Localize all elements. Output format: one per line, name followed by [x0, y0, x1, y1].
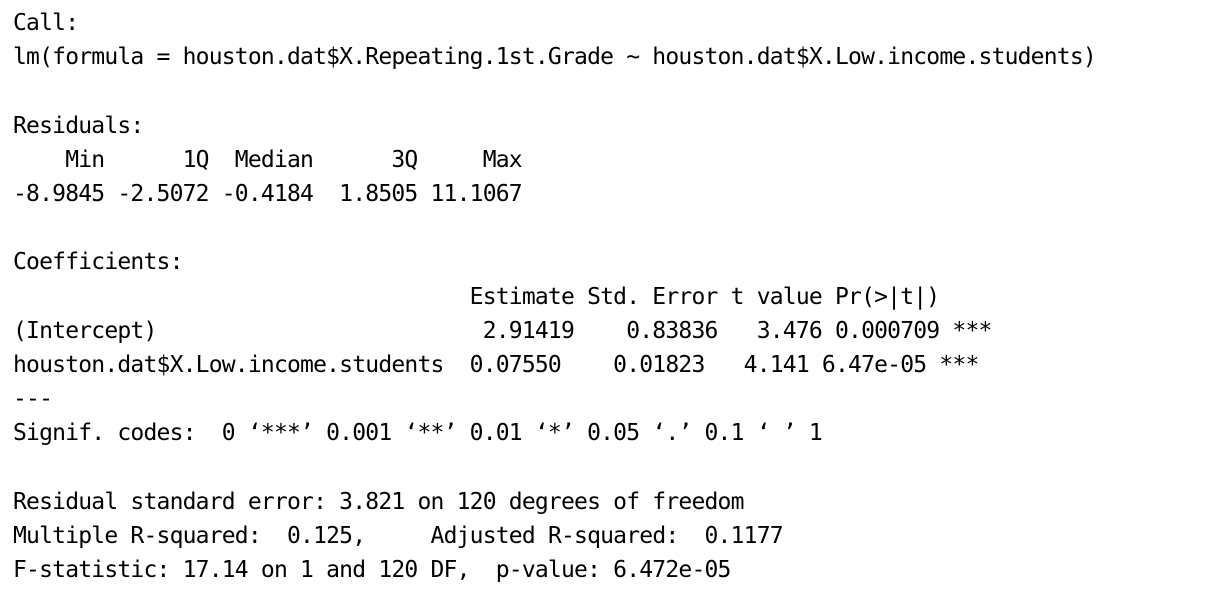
coefficient-row-low-income: houston.dat$X.Low.income.students 0.0755… [13, 351, 979, 378]
r-squared-line: Multiple R-squared: 0.125, Adjusted R-sq… [13, 522, 796, 549]
coefficients-column-headers: Estimate Std. Error t value Pr(>|t|) [13, 283, 992, 310]
call-formula: lm(formula = houston.dat$X.Repeating.1st… [13, 44, 1097, 71]
f-statistic-line: F-statistic: 17.14 on 1 and 120 DF, p-va… [13, 557, 731, 583]
r-console-output: Call: lm(formula = houston.dat$X.Repeati… [13, 6, 1218, 586]
call-header: Call: [13, 10, 79, 36]
separator-line: --- [13, 386, 53, 413]
residuals-quantile-values: -8.9845 -2.5072 -0.4184 1.8505 11.1067 [13, 180, 535, 207]
signif-codes: Signif. codes: 0 ‘***’ 0.001 ‘**’ 0.01 ‘… [13, 420, 823, 447]
residuals-header: Residuals: [13, 112, 144, 139]
residual-standard-error: Residual standard error: 3.821 on 120 de… [13, 488, 744, 515]
coefficient-row-intercept: (Intercept) 2.91419 0.83836 3.476 0.0007… [13, 317, 992, 344]
residuals-quantile-labels: Min 1Q Median 3Q Max [13, 146, 535, 173]
coefficients-header: Coefficients: [13, 249, 183, 276]
